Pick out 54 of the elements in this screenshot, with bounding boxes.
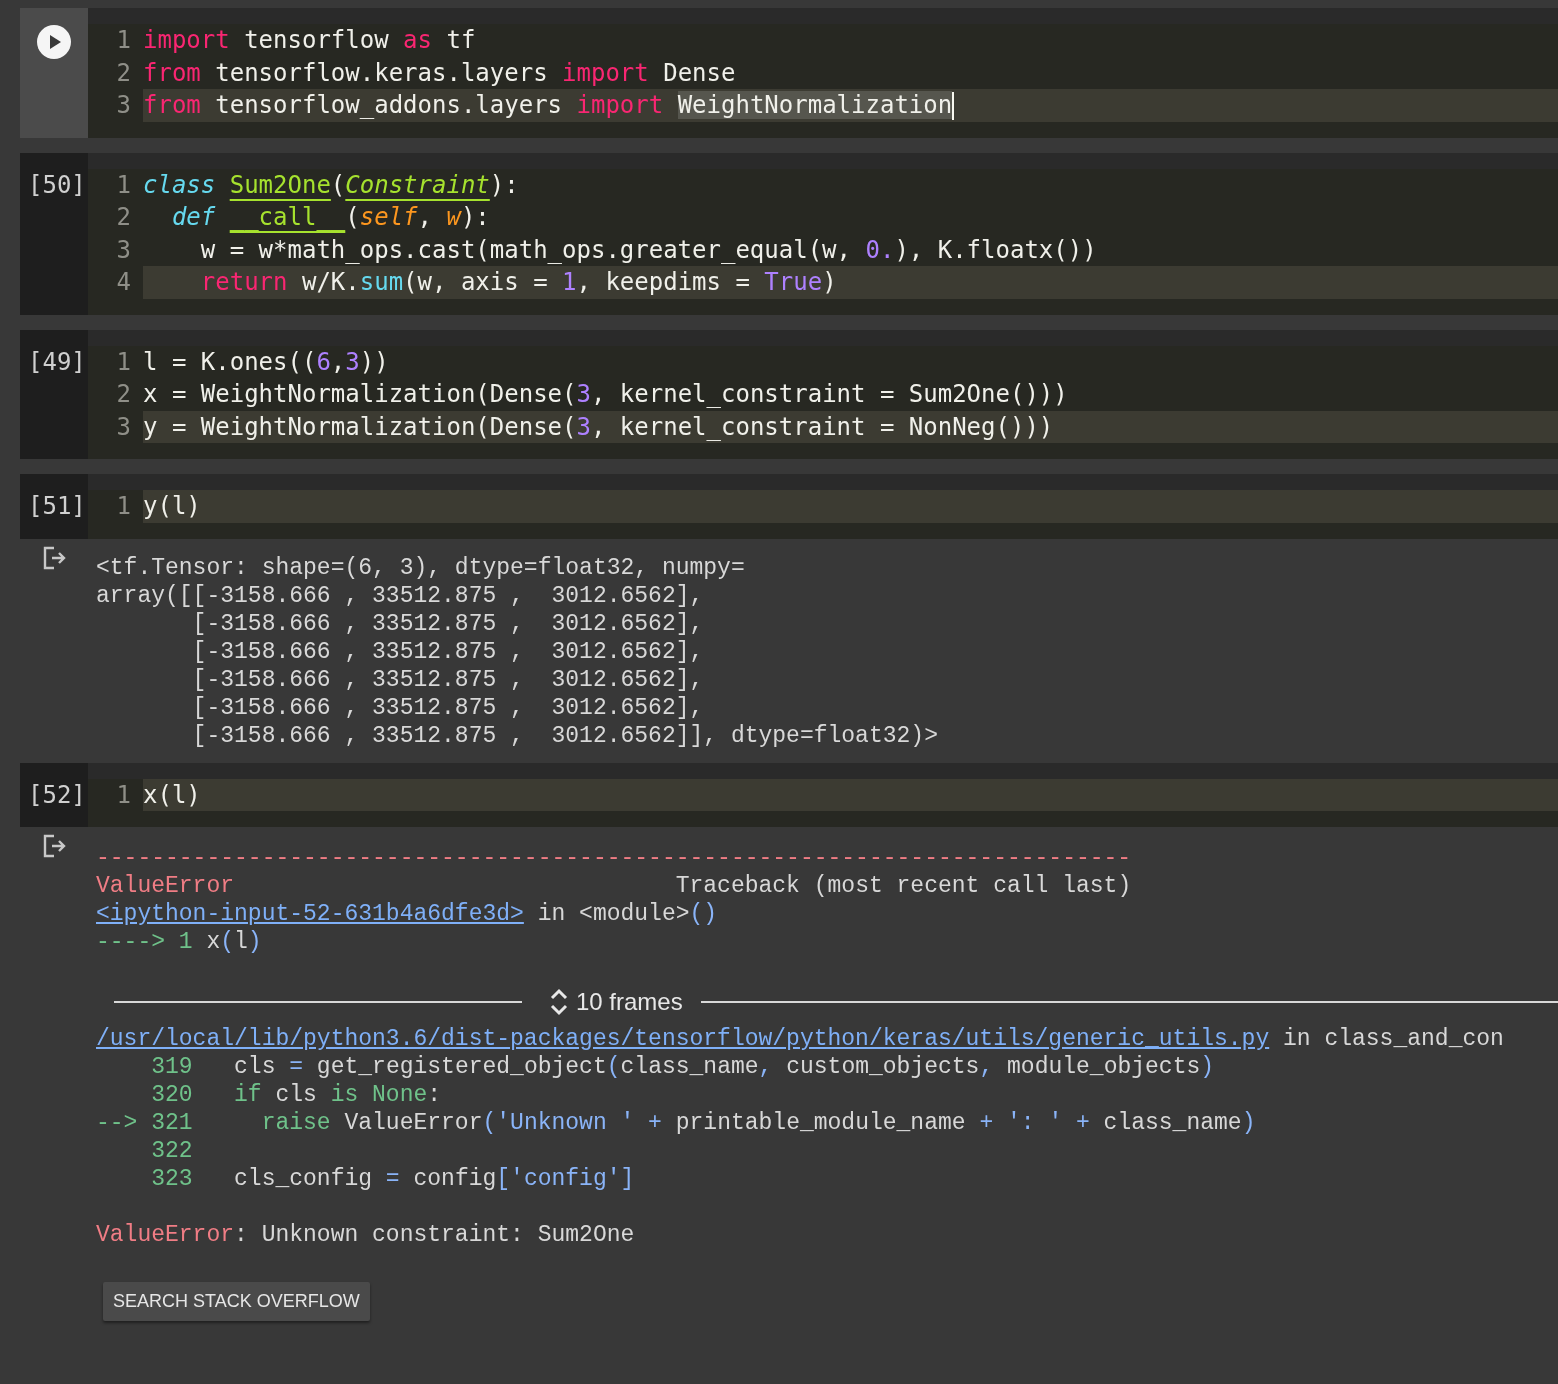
line-number: 3 — [115, 411, 131, 443]
expand-collapse-icon — [550, 986, 568, 1018]
output-icon — [42, 833, 68, 859]
execution-count: [51] — [28, 491, 86, 522]
code-line: import tensorflow as tf — [143, 26, 476, 54]
code-line: x = WeightNormalization(Dense(3, kernel_constraint = Sum2One())) — [143, 380, 1068, 408]
search-stack-overflow-button[interactable]: SEARCH STACK OVERFLOW — [103, 1282, 370, 1321]
execution-count: [52] — [28, 779, 86, 811]
output-line: [-3158.666 , 33512.875 , 3012.6562], — [191, 610, 704, 637]
line-number: 1 — [115, 25, 131, 56]
line-number: 1 — [115, 346, 131, 378]
traceback-line: /usr/local/lib/python3.6/dist-packages/tensorflow/python/keras/utils/generic_utils.py in class_and_con — [96, 1026, 1504, 1052]
traceback-line: 319 cls = get_registered_object(class_name, custom_objects, module_objects) — [150, 1054, 1215, 1080]
traceback-line: 323 cls_config = config['config'] — [150, 1166, 635, 1192]
traceback-line: ----> 1 x(l) — [96, 929, 262, 955]
execution-count: [50] — [28, 169, 86, 201]
line-number: 3 — [115, 90, 131, 121]
file-link[interactable]: /usr/local/lib/python3.6/dist-packages/tensorflow/python/keras/utils/generic_utils.py — [96, 1026, 1270, 1052]
output-line: [-3158.666 , 33512.875 , 3012.6562], — [191, 638, 704, 665]
file-link[interactable]: <ipython-input-52-631b4a6dfe3d> — [96, 901, 524, 927]
code-line: return w/K.sum(w, axis = 1, keepdims = True) — [199, 268, 837, 296]
traceback-line: 322 — [150, 1138, 193, 1164]
traceback-line: <ipython-input-52-631b4a6dfe3d> in <module>() — [96, 901, 718, 927]
traceback-line: --------------------------------------------------------------------------- — [96, 845, 1132, 871]
output-line: [-3158.666 , 33512.875 , 3012.6562], — [191, 666, 704, 693]
error-message: ValueError: Unknown constraint: Sum2One — [96, 1222, 635, 1248]
traceback-line: 320 if cls is None: — [150, 1082, 442, 1108]
code-line: def __call__(self, w): — [170, 203, 490, 231]
code-line: from tensorflow_addons.layers import WeightNormalization — [143, 91, 953, 119]
frames-toggle[interactable]: 10 frames — [550, 986, 683, 1018]
output-icon — [42, 544, 68, 571]
traceback-line: --> 321 raise ValueError('Unknown ' + printable_module_name + ': ' + class_name) — [96, 1110, 1256, 1136]
line-number: 2 — [115, 57, 131, 89]
output-line: [-3158.666 , 33512.875 , 3012.6562]], dtype=float32)> — [191, 722, 938, 749]
line-number: 2 — [115, 202, 131, 233]
code-line: from tensorflow.keras.layers import Dense — [143, 58, 736, 87]
execution-count: [49] — [28, 346, 86, 378]
code-line: class Sum2One(Constraint): — [143, 170, 519, 199]
traceback-line: ValueError Traceback (most recent call last) — [96, 873, 1132, 899]
line-number: 1 — [115, 491, 131, 522]
code-line: y(l) — [143, 492, 201, 520]
output-line: array([[-3158.666 , 33512.875 , 3012.6562], — [96, 582, 704, 609]
line-number: 1 — [115, 779, 131, 811]
line-number: 4 — [115, 267, 131, 298]
line-number: 3 — [115, 234, 131, 266]
code-line: y = WeightNormalization(Dense(3, kernel_constraint = NonNeg())) — [143, 412, 1054, 441]
output-line: <tf.Tensor: shape=(6, 3), dtype=float32, numpy= — [96, 554, 745, 581]
run-button[interactable] — [36, 24, 72, 60]
code-line: l = K.ones((6,3)) — [143, 347, 389, 376]
line-number: 1 — [115, 169, 131, 201]
line-number: 2 — [115, 379, 131, 410]
output-line: [-3158.666 , 33512.875 , 3012.6562], — [191, 694, 704, 721]
code-line: x(l) — [143, 780, 201, 809]
code-line: w = w*math_ops.cast(math_ops.greater_equal(w, 0.), K.floatx()) — [199, 235, 1097, 264]
